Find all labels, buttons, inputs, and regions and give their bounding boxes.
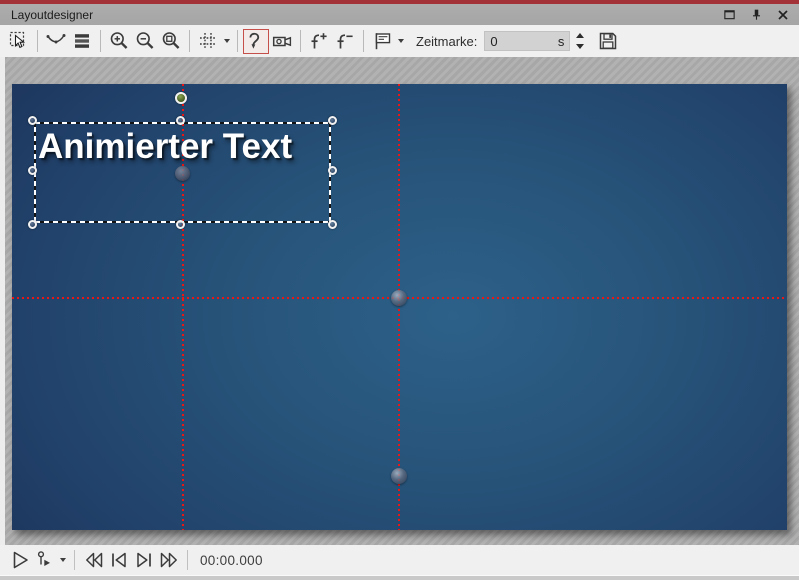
toolbar-separator — [237, 30, 238, 52]
zoom-reset-icon — [160, 30, 182, 52]
play-icon — [9, 549, 31, 571]
zoom-reset-button[interactable] — [158, 29, 184, 54]
spinner-up-button[interactable] — [572, 31, 587, 42]
chevron-down-icon — [223, 39, 230, 43]
close-icon — [777, 9, 789, 21]
zoom-in-button[interactable] — [106, 29, 132, 54]
chevron-down-icon — [59, 558, 66, 562]
remove-keyframe-icon — [334, 30, 356, 52]
selection-handle-bottom-left[interactable] — [28, 220, 37, 229]
smooth-curve-icon — [45, 30, 67, 52]
time-display: 00:00.000 — [200, 552, 263, 568]
zeitmarke-spinner — [572, 31, 587, 52]
timemark-dropdown-caret[interactable] — [395, 29, 406, 54]
play-button[interactable] — [7, 548, 32, 573]
close-button[interactable] — [773, 6, 793, 23]
next-keyframe-button[interactable] — [131, 548, 156, 573]
play-from-timemark-icon — [34, 549, 56, 571]
motion-path-icon — [245, 30, 267, 52]
zeitmarke-label: Zeitmarke: — [416, 33, 478, 49]
element-center-marker[interactable] — [175, 166, 190, 181]
zeitmarke-unit: s — [557, 33, 565, 49]
grid-icon — [197, 30, 219, 52]
prev-keyframe-icon — [108, 549, 130, 571]
playbar-separator — [187, 550, 188, 570]
selection-handle-middle-left[interactable] — [28, 166, 37, 175]
smooth-curve-button[interactable] — [43, 29, 69, 54]
grid-dropdown-caret[interactable] — [221, 29, 232, 54]
rotation-handle[interactable] — [174, 92, 187, 104]
remove-curve-point-button[interactable] — [332, 29, 358, 54]
playback-toolbar: 00:00.000 — [0, 545, 799, 575]
play-from-timemark-button[interactable] — [32, 548, 57, 573]
window-title: Layoutdesigner — [11, 7, 94, 22]
timemark-flag-icon — [371, 30, 393, 52]
path-point-marker[interactable] — [391, 468, 407, 484]
design-canvas[interactable]: Animierter Text — [12, 84, 787, 530]
window-controls — [719, 6, 793, 23]
zeitmarke-group: Zeitmarke: s — [416, 31, 587, 52]
triangle-down-icon — [575, 43, 584, 49]
spinner-down-button[interactable] — [572, 41, 587, 52]
selection-handle-bottom-right[interactable] — [328, 220, 337, 229]
triangle-up-icon — [575, 33, 584, 39]
toolbar: Zeitmarke: s — [0, 25, 799, 57]
play-dropdown-caret[interactable] — [57, 548, 68, 573]
playbar-separator — [74, 550, 75, 570]
zoom-out-icon — [134, 30, 156, 52]
toolbar-separator — [363, 30, 364, 52]
grid-settings-button[interactable] — [195, 29, 221, 54]
toolbar-separator — [189, 30, 190, 52]
add-keyframe-icon — [308, 30, 330, 52]
selection-handle-top-left[interactable] — [28, 116, 37, 125]
layer-list-button[interactable] — [69, 29, 95, 54]
workspace: Animierter Text — [0, 57, 799, 545]
canvas-center-marker[interactable] — [391, 290, 407, 306]
chevron-down-icon — [397, 39, 404, 43]
next-keyframe-icon — [133, 549, 155, 571]
skip-to-end-button[interactable] — [156, 548, 181, 573]
layers-icon — [71, 30, 93, 52]
zeitmarke-field: s — [484, 31, 571, 51]
skip-end-icon — [158, 549, 180, 571]
previous-keyframe-button[interactable] — [106, 548, 131, 573]
save-icon — [597, 30, 619, 52]
pin-button[interactable] — [746, 6, 766, 23]
zeitmarke-input[interactable] — [490, 33, 558, 49]
selection-tool-icon — [8, 30, 30, 52]
selection-handle-middle-right[interactable] — [328, 166, 337, 175]
motion-path-tool-button[interactable] — [243, 28, 269, 54]
titlebar[interactable]: Layoutdesigner — [0, 4, 799, 25]
workspace-left-edge — [0, 57, 5, 545]
maximize-button[interactable] — [719, 6, 739, 23]
add-curve-point-button[interactable] — [306, 29, 332, 54]
selection-handle-bottom-middle[interactable] — [176, 220, 185, 229]
toolbar-separator — [300, 30, 301, 52]
pin-icon — [750, 8, 763, 21]
selection-handle-top-right[interactable] — [328, 116, 337, 125]
text-element-selection[interactable]: Animierter Text — [28, 92, 337, 229]
camera-pan-button[interactable] — [269, 29, 295, 54]
layoutdesigner-panel: Layoutdesigner Zeitmarke: 0 s Animierter… — [0, 0, 799, 580]
footer-strip — [0, 575, 799, 580]
maximize-icon — [723, 8, 736, 21]
skip-to-start-button[interactable] — [81, 548, 106, 573]
animated-text[interactable]: Animierter Text — [38, 128, 292, 166]
skip-start-icon — [83, 549, 105, 571]
timemark-menu-button[interactable] — [369, 29, 395, 54]
zoom-in-icon — [108, 30, 130, 52]
selection-tool-button[interactable] — [6, 29, 32, 54]
toolbar-separator — [100, 30, 101, 52]
camera-icon — [271, 30, 293, 52]
toolbar-separator — [37, 30, 38, 52]
save-button[interactable] — [595, 29, 621, 54]
guide-vertical-canvas-center — [398, 84, 400, 530]
zoom-out-button[interactable] — [132, 29, 158, 54]
selection-handle-top-middle[interactable] — [176, 116, 185, 125]
